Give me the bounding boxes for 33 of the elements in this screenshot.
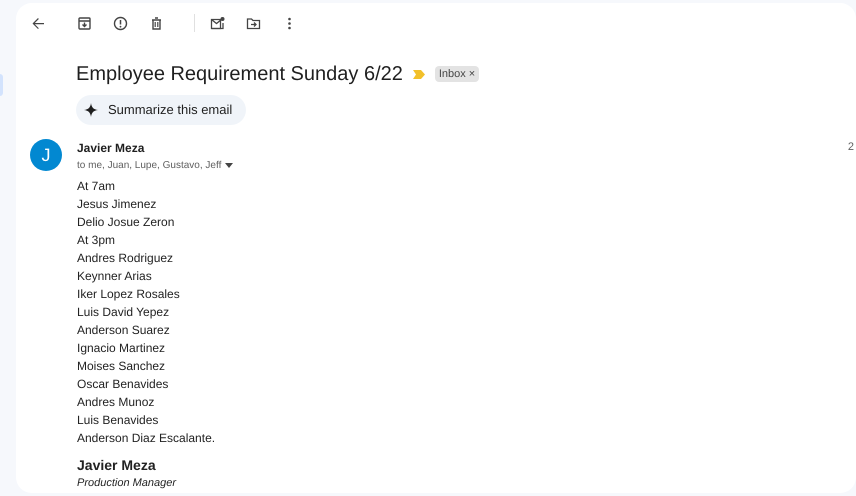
signature-name: Javier Meza <box>77 456 156 475</box>
body-line: Anderson Diaz Escalante. <box>77 430 216 447</box>
body-line: Iker Lopez Rosales <box>77 286 180 303</box>
message-date: 2 <box>848 140 854 155</box>
back-icon[interactable] <box>30 16 46 30</box>
sender-name: Javier Meza <box>77 140 144 157</box>
inbox-label[interactable]: Inbox × <box>434 66 480 82</box>
body-line: Oscar Benavides <box>77 376 168 393</box>
body-line: Keynner Arias <box>77 268 152 285</box>
envelope-icon[interactable] <box>210 16 224 30</box>
body-line: Ignacio Martinez <box>77 340 166 357</box>
summarize-button[interactable]: Summarize this email <box>76 95 246 125</box>
report-icon[interactable] <box>112 16 128 30</box>
sender-avatar: J <box>30 139 62 171</box>
sparkle-icon <box>84 103 98 117</box>
signature-title: Production Manager <box>77 477 176 490</box>
body-line: Andres Rodriguez <box>77 250 174 267</box>
body-line: Andres Munoz <box>77 394 154 411</box>
body-line: Luis Benavides <box>77 412 158 429</box>
body-line: At 3pm <box>77 232 116 249</box>
archive-icon[interactable] <box>76 16 92 30</box>
email-subject: Employee Requirement Sunday 6/22 <box>76 62 403 87</box>
body-line: Delio Josue Zeron <box>77 214 174 231</box>
importance-marker-icon[interactable] <box>412 70 425 78</box>
folder-icon[interactable] <box>246 16 260 30</box>
sidebar-edge <box>0 74 3 96</box>
body-line: Moises Sanchez <box>77 358 166 375</box>
body-line: At 7am <box>77 178 116 195</box>
recipients: to me, Juan, Lupe, Gustavo, Jeff <box>77 159 222 173</box>
body-line: Jesus Jimenez <box>77 196 156 213</box>
body-line: Luis David Yepez <box>77 304 170 321</box>
body-line: Anderson Suarez <box>77 322 170 339</box>
dropdown-icon[interactable] <box>225 163 234 168</box>
